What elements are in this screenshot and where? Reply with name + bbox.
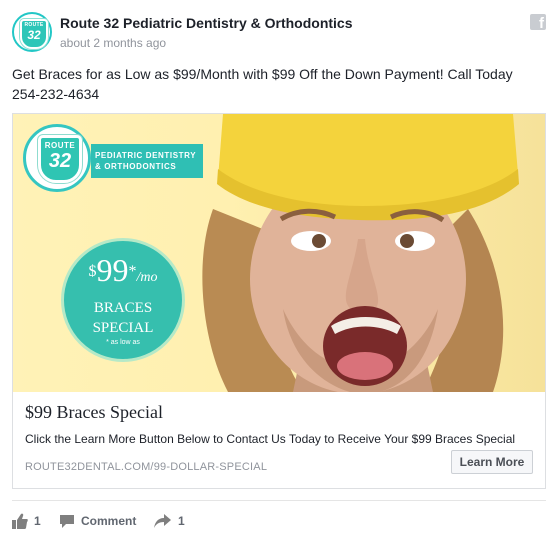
post-text: Get Braces for as Low as $99/Month with … [12, 66, 513, 102]
facebook-post: ROUTE 32 Route 32 Pediatric Dentistry & … [0, 0, 558, 542]
avatar-logo: ROUTE 32 [20, 19, 48, 49]
price-badge: $99*/mo BRACES SPECIAL * as low as [61, 238, 185, 362]
ad-headline[interactable]: $99 Braces Special [25, 402, 163, 423]
badge-line2: SPECIAL [92, 320, 154, 336]
route-shield-icon: ROUTE 32 [38, 135, 82, 183]
comment-button[interactable]: Comment [59, 512, 136, 530]
share-button[interactable]: 1 [154, 512, 185, 530]
avatar-logo-line2: 32 [27, 28, 41, 42]
brand-ribbon: PEDIATRIC DENTISTRY & ORTHODONTICS [91, 144, 203, 178]
page-name-link[interactable]: Route 32 Pediatric Dentistry & Orthodont… [60, 15, 353, 31]
logo-line2: 32 [48, 150, 72, 172]
ad-card[interactable]: ROUTE 32 PEDIATRIC DENTISTRY & ORTHODONT… [12, 113, 546, 489]
badge-line1: BRACES [93, 300, 153, 316]
badge-unit: /mo [136, 270, 158, 285]
post-timestamp[interactable]: about 2 months ago [60, 36, 166, 50]
share-count: 1 [178, 514, 185, 528]
ribbon-line1: PEDIATRIC DENTISTRY [95, 151, 197, 160]
badge-footnote: * as low as [106, 339, 140, 346]
learn-more-button[interactable]: Learn More [451, 450, 533, 474]
share-arrow-icon [154, 514, 171, 528]
like-button[interactable]: 1 [12, 512, 41, 530]
ad-domain: ROUTE32DENTAL.COM/99-DOLLAR-SPECIAL [25, 461, 268, 473]
route32-logo: ROUTE 32 [23, 124, 91, 192]
badge-currency: $ [88, 263, 97, 280]
comment-label: Comment [81, 514, 137, 528]
badge-amount-value: 99 [96, 252, 129, 288]
speech-bubble-icon [60, 515, 74, 528]
footer-divider [12, 500, 546, 501]
thumbs-up-icon [12, 513, 28, 529]
page-avatar[interactable]: ROUTE 32 [12, 12, 52, 52]
ad-image[interactable]: ROUTE 32 PEDIATRIC DENTISTRY & ORTHODONT… [13, 114, 545, 392]
like-count: 1 [34, 514, 41, 528]
facebook-icon: f [530, 14, 546, 30]
badge-amount: $99*/mo [64, 253, 182, 295]
badge-asterisk: * [128, 263, 137, 280]
ribbon-line2: & ORTHODONTICS [95, 162, 177, 171]
ad-description: Click the Learn More Button Below to Con… [25, 432, 516, 446]
